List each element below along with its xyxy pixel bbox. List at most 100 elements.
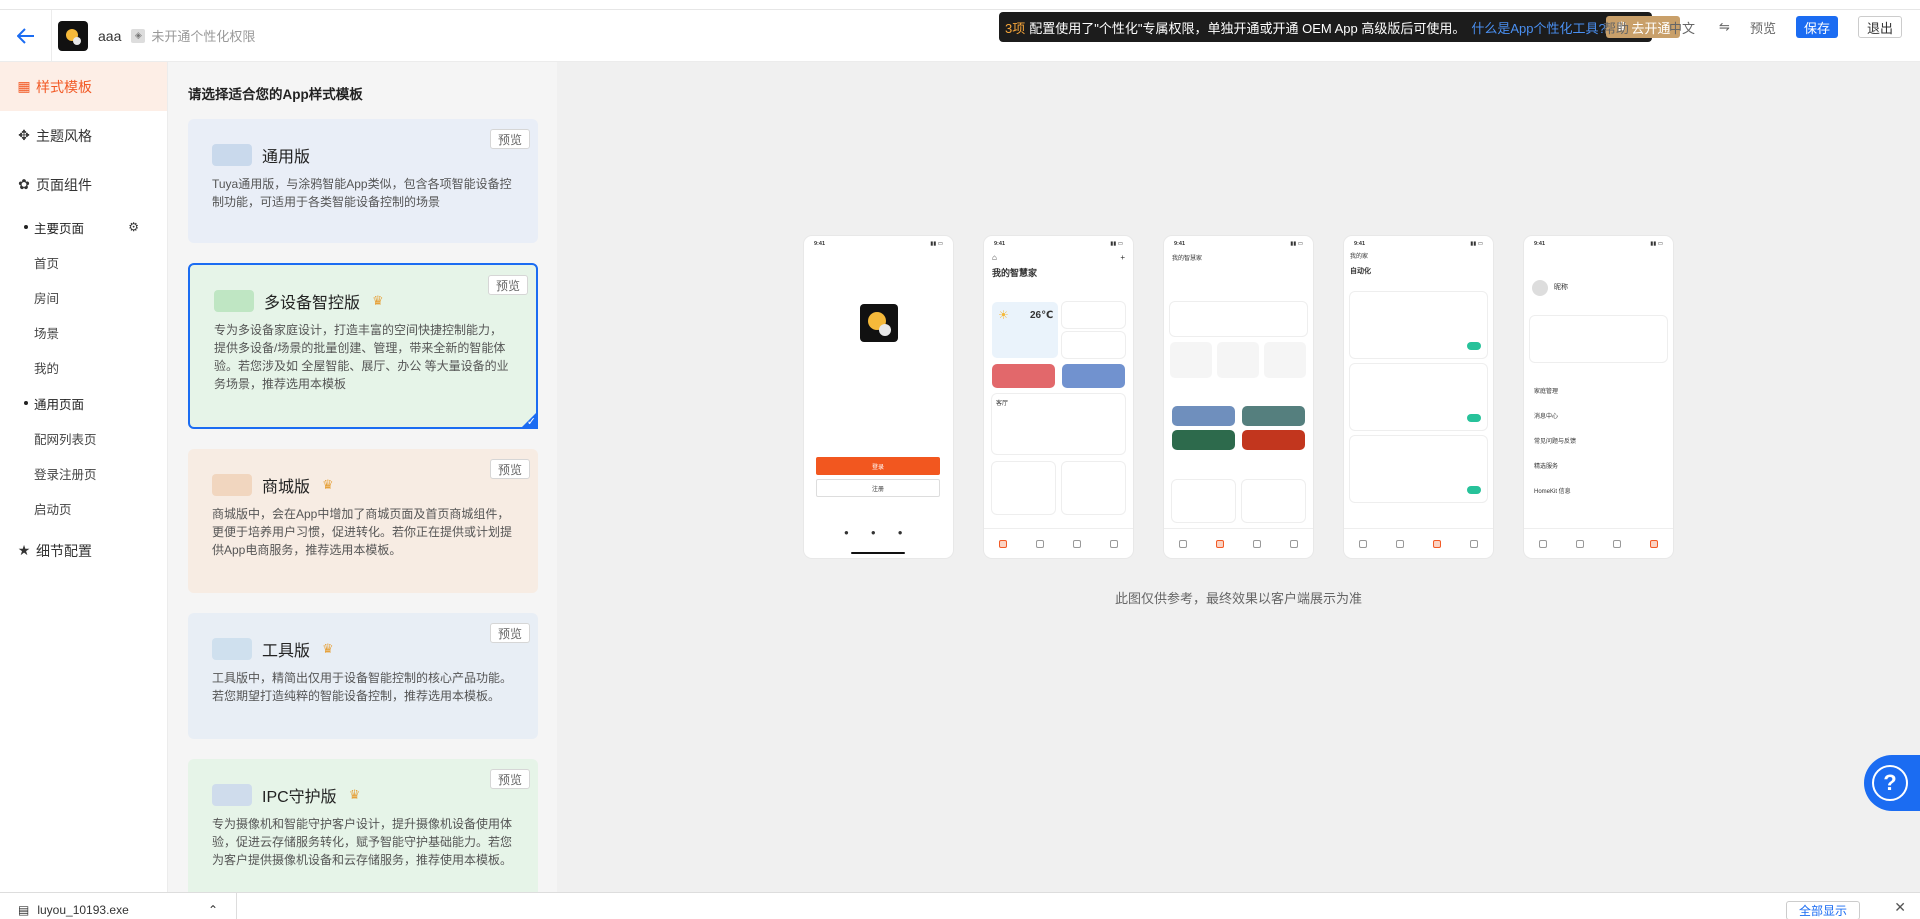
group-common-pages[interactable]: 通用页面 bbox=[0, 385, 167, 421]
third-party-services bbox=[1530, 316, 1667, 362]
social-login-icons: ● ● ● bbox=[844, 528, 903, 537]
tab-scene-icon bbox=[1613, 539, 1622, 548]
preview-area: 9:41 ▮▮ ▭ 登录 注册 ● ● ● 9:41 ▮▮ ▭ ⌂ + 我的智慧家 26℃… bbox=[557, 62, 1920, 892]
close-icon[interactable]: ✕ bbox=[1894, 899, 1906, 916]
status-time: 9:41 bbox=[1354, 241, 1366, 247]
qq-icon: ● bbox=[844, 528, 849, 537]
page-item-launch[interactable]: 启动页 bbox=[0, 491, 167, 526]
battery-icon: ▮▮ ▭ bbox=[1650, 241, 1663, 247]
group-main-pages[interactable]: 主要页面 ⚙ bbox=[0, 209, 167, 245]
page-item-pairing[interactable]: 配网列表页 bbox=[0, 421, 167, 456]
personalization-banner: 3项 配置使用了"个性化"专属权限，单独开通或开通 OEM App 高级版后可使… bbox=[999, 12, 1681, 42]
status-time: 9:41 bbox=[814, 241, 826, 247]
template-name: 多设备智控版 bbox=[264, 295, 361, 312]
status-bar: 9:41 ▮▮ ▭ bbox=[804, 236, 953, 247]
battery-icon: ▮▮ ▭ bbox=[930, 241, 943, 247]
preview-link[interactable]: 预览 bbox=[1750, 18, 1776, 37]
page-item-mine[interactable]: 我的 bbox=[0, 350, 167, 385]
mine-menu-item: 家庭管理 bbox=[1534, 389, 1559, 395]
preview-button[interactable]: 预览 bbox=[489, 459, 530, 479]
template-name: 工具版 bbox=[262, 643, 311, 660]
template-card-ipc[interactable]: 预览 IPC守护版 ♛ 专为摄像机和智能守护客户设计，提升摄像机设备使用体验，促进… bbox=[188, 759, 538, 892]
back-button[interactable] bbox=[0, 9, 52, 62]
toggle-on bbox=[1467, 342, 1481, 350]
template-card-general[interactable]: 预览 通用版 Tuya通用版，与涂鸦智能App类似，包含各项智能设备控制功能，可… bbox=[188, 119, 538, 243]
sidebar-item-style-template[interactable]: ▦ 样式模板 bbox=[0, 62, 167, 111]
swap-icon: ⇋ bbox=[1719, 19, 1730, 34]
save-button[interactable]: 保存 bbox=[1795, 16, 1838, 38]
mine-menu-item: 消息中心 bbox=[1534, 414, 1559, 420]
template-card-tool[interactable]: 预览 工具版 ♛ 工具版中，精简出仅用于设备智能控制的核心产品功能。若您期望打造纯… bbox=[188, 613, 538, 739]
nickname: 昵称 bbox=[1554, 284, 1568, 291]
preview-button[interactable]: 预览 bbox=[489, 129, 530, 149]
tab-room-icon bbox=[1575, 539, 1584, 548]
crown-icon: ♛ bbox=[372, 293, 384, 308]
register-button: 注册 bbox=[816, 479, 940, 497]
chevron-up-icon[interactable]: ⌃ bbox=[208, 903, 218, 917]
permission-icon: ◈ bbox=[131, 28, 146, 43]
help-float-button[interactable]: ? bbox=[1864, 755, 1920, 811]
toggle-on bbox=[1467, 486, 1481, 494]
mine-menu-item: 精选服务 bbox=[1534, 464, 1559, 470]
login-button: 登录 bbox=[816, 457, 940, 475]
auto-title: 自动化 bbox=[1350, 268, 1371, 275]
tab-scene-icon bbox=[1433, 539, 1442, 548]
tab-home-icon bbox=[1178, 539, 1187, 548]
template-panel: 请选择适合您的App样式模板 预览 通用版 Tuya通用版，与涂鸦智能App类似… bbox=[168, 62, 557, 892]
preview-button[interactable]: 预览 bbox=[489, 623, 530, 643]
template-card-multi-device[interactable]: 预览 多设备智控版 ♛ 专为多设备家庭设计，打造丰富的空间快捷控制能力，提供多设备… bbox=[188, 263, 538, 429]
automation-card bbox=[1350, 292, 1487, 358]
device-card bbox=[1062, 462, 1125, 514]
tab-room-icon bbox=[1215, 539, 1224, 548]
status-time: 9:41 bbox=[1534, 241, 1546, 247]
device-tile bbox=[1264, 342, 1306, 378]
app-name: aaa bbox=[98, 27, 122, 44]
sidebar-item-theme[interactable]: ✥ 主题风格 bbox=[0, 111, 167, 160]
group-label: 通用页面 bbox=[34, 397, 85, 412]
device-tile bbox=[1170, 342, 1212, 378]
tab-bar bbox=[984, 528, 1133, 558]
template-thumbnail bbox=[214, 290, 254, 312]
show-all-button[interactable]: 全部显示 bbox=[1785, 901, 1860, 919]
preview-button[interactable]: 预览 bbox=[489, 769, 530, 789]
sidebar-item-label: 页面组件 bbox=[36, 176, 92, 193]
page-item-login[interactable]: 登录注册页 bbox=[0, 456, 167, 491]
download-item[interactable]: ▤ luyou_10193.exe ⌃ bbox=[0, 893, 237, 919]
page-item-room[interactable]: 房间 bbox=[0, 280, 167, 315]
component-icon: ✿ bbox=[18, 176, 30, 192]
sidebar-item-details[interactable]: ★ 细节配置 bbox=[0, 526, 167, 575]
download-filename: luyou_10193.exe bbox=[37, 902, 129, 917]
device-card bbox=[1172, 480, 1235, 522]
grid-icon: ▦ bbox=[17, 78, 31, 94]
device-card bbox=[1242, 480, 1305, 522]
help-link[interactable]: 帮助 bbox=[1603, 18, 1629, 37]
room-name: 客厅 bbox=[996, 401, 1009, 407]
template-card-mall[interactable]: 预览 商城版 ♛ 商城版中，会在App中增加了商城页面及首页商城组件，更便于培养用… bbox=[188, 449, 538, 593]
tab-bar bbox=[1344, 528, 1493, 558]
language-switch[interactable]: 中文 ⇋ bbox=[1649, 18, 1730, 37]
preview-button[interactable]: 预览 bbox=[487, 275, 528, 295]
status-time: 9:41 bbox=[1174, 241, 1186, 247]
template-thumbnail bbox=[212, 144, 252, 166]
tab-home-icon bbox=[1538, 539, 1547, 548]
arrow-left-icon bbox=[16, 27, 34, 44]
status-time: 9:41 bbox=[994, 241, 1006, 247]
device-tile bbox=[1062, 332, 1125, 358]
browser-top-strip bbox=[0, 0, 1920, 10]
home-toolbar: ⌂ + bbox=[984, 247, 1133, 262]
template-thumbnail bbox=[212, 474, 252, 496]
question-icon: ? bbox=[1872, 765, 1908, 801]
page-item-home[interactable]: 首页 bbox=[0, 245, 167, 280]
scene-tile bbox=[1242, 406, 1305, 426]
tab-mine-icon bbox=[1110, 539, 1119, 548]
gear-icon[interactable]: ⚙ bbox=[128, 220, 139, 234]
template-name: 通用版 bbox=[262, 149, 311, 166]
scene-tile bbox=[1062, 364, 1125, 388]
template-desc: 专为摄像机和智能守护客户设计，提升摄像机设备使用体验，促进云存储服务转化，赋予智… bbox=[212, 817, 513, 867]
sidebar-item-components[interactable]: ✿ 页面组件 bbox=[0, 160, 167, 209]
exit-button[interactable]: 退出 bbox=[1857, 16, 1902, 38]
wechat-icon: ● bbox=[870, 528, 876, 537]
device-tile bbox=[1217, 342, 1259, 378]
scene-tile bbox=[1172, 430, 1235, 450]
page-item-scene[interactable]: 场景 bbox=[0, 315, 167, 350]
